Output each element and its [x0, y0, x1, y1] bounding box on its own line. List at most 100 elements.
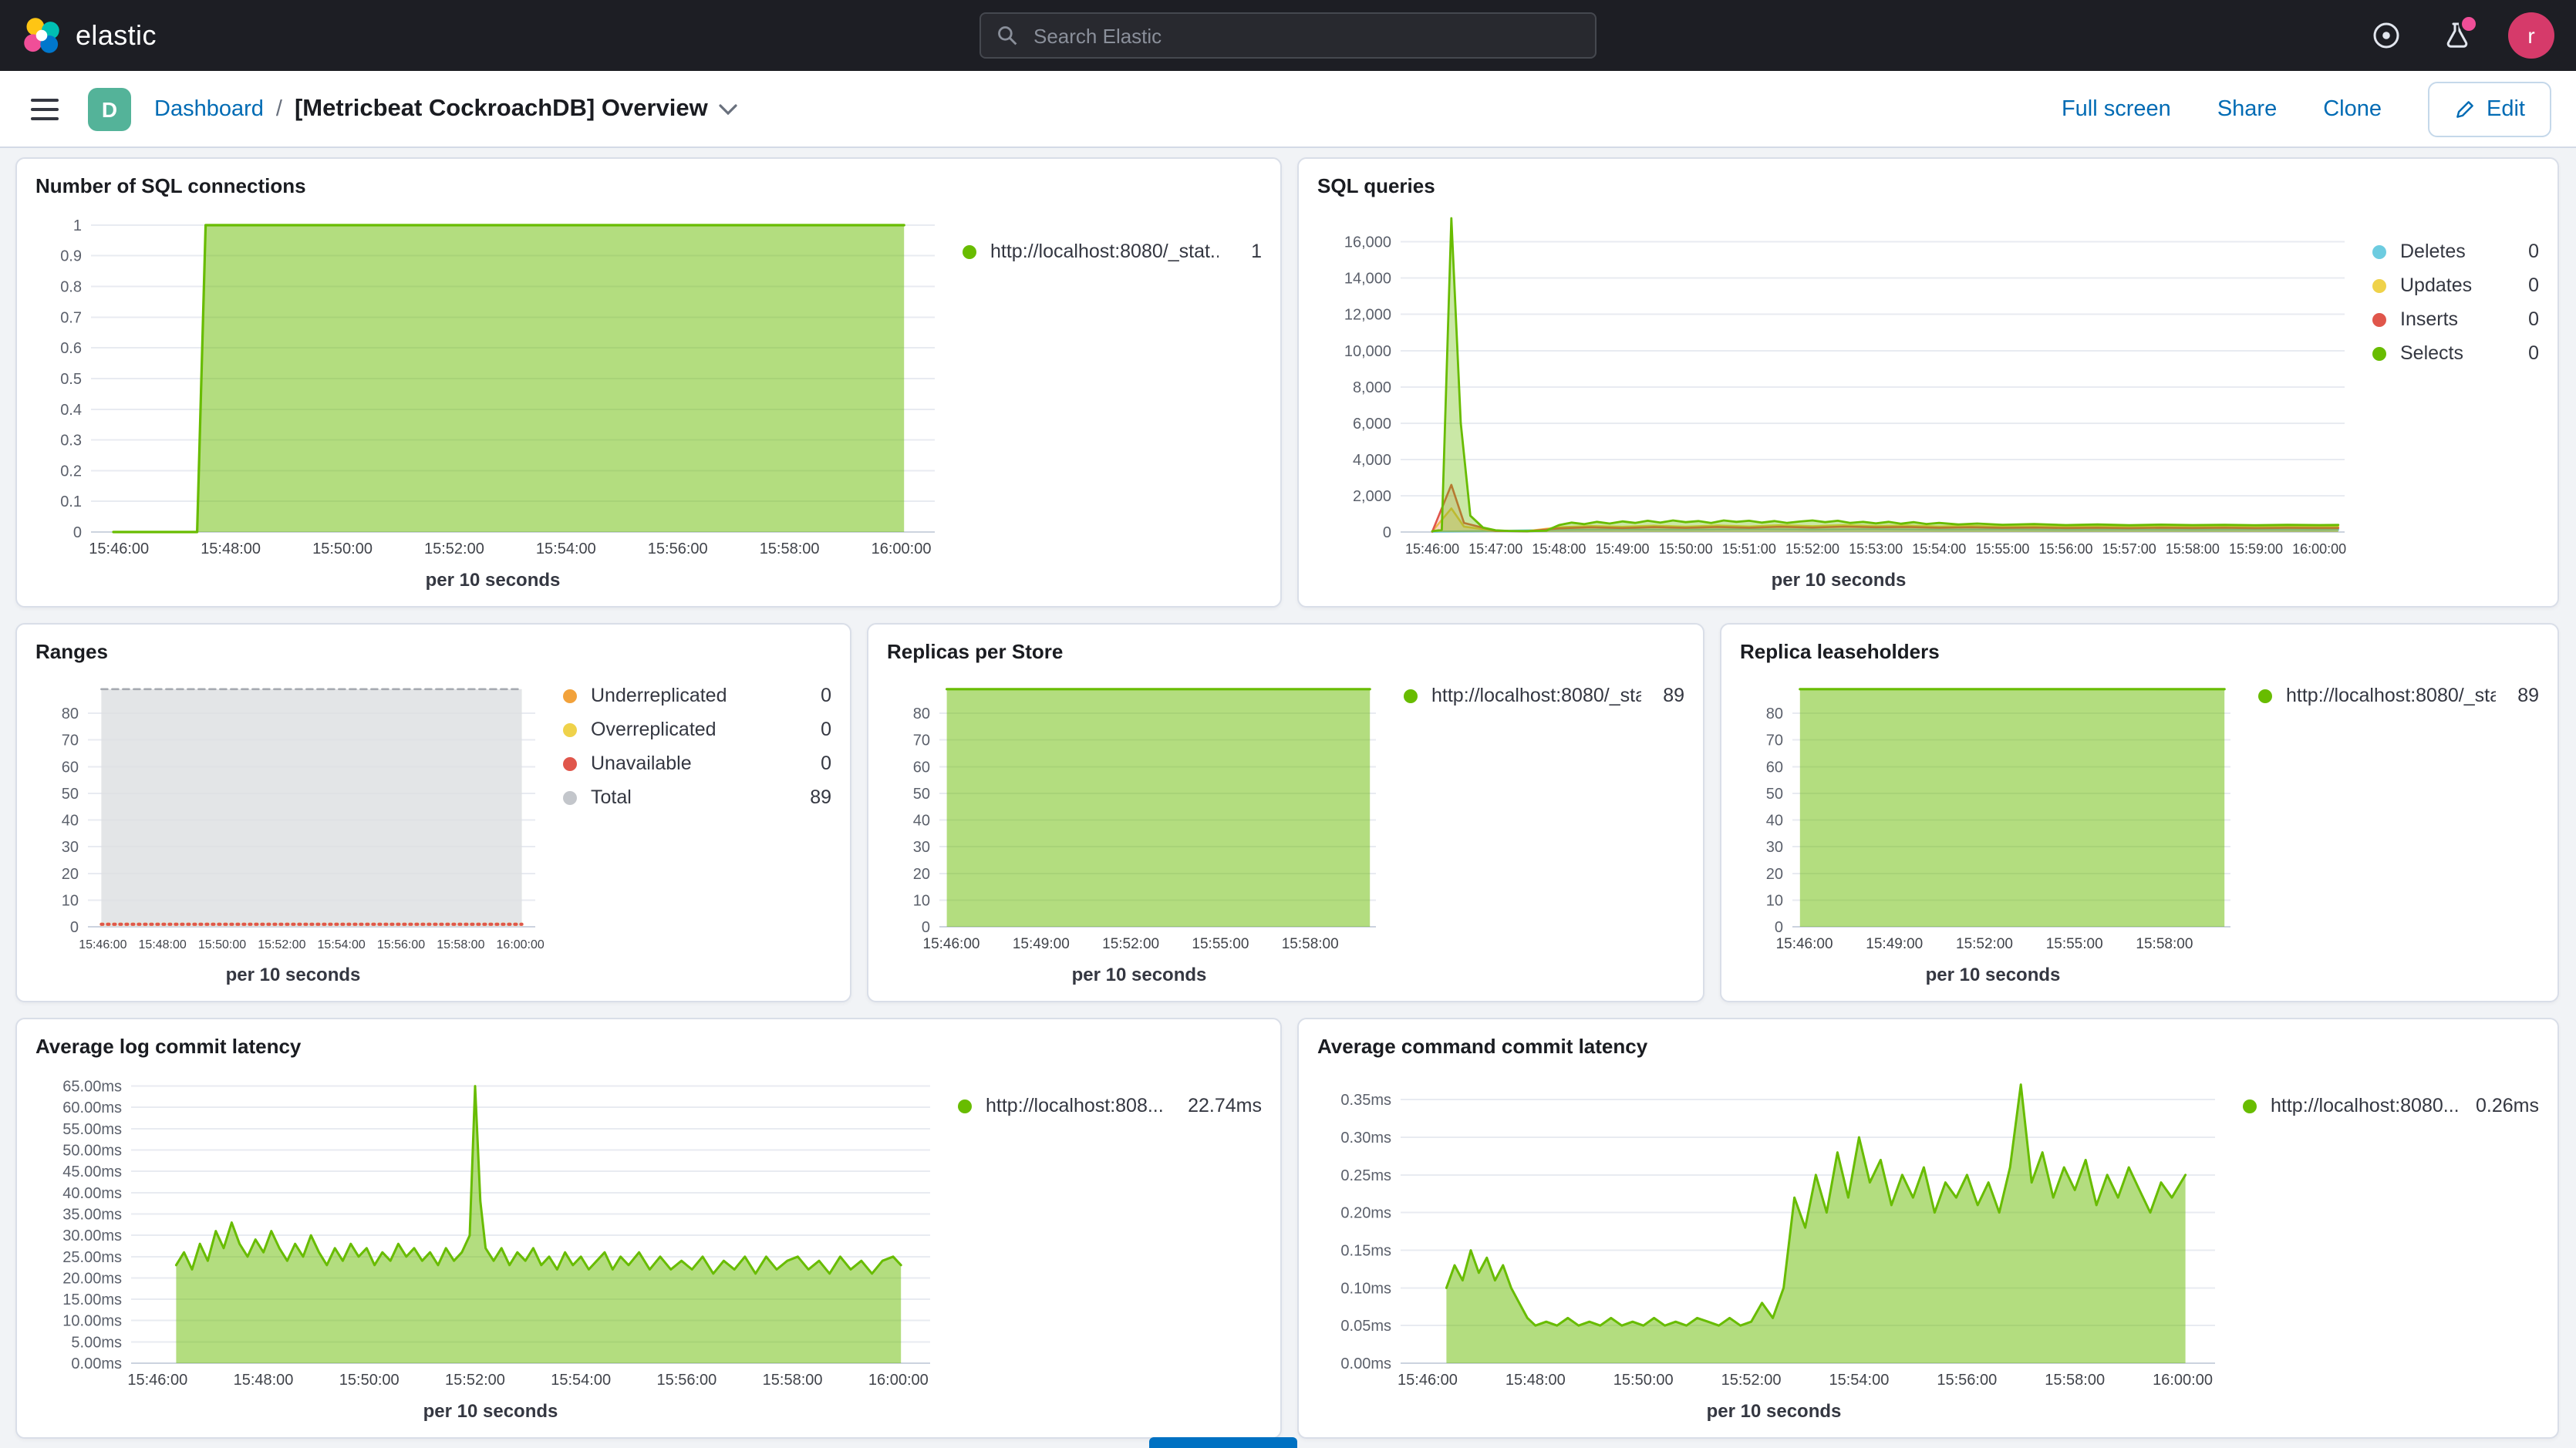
- svg-text:15:55:00: 15:55:00: [1975, 541, 2029, 557]
- page-title-text: [Metricbeat CockroachDB] Overview: [295, 95, 708, 123]
- svg-text:15:46:00: 15:46:00: [1776, 936, 1833, 952]
- svg-text:0.15ms: 0.15ms: [1340, 1243, 1391, 1260]
- legend-label: http://localhost:8080...: [2271, 1095, 2460, 1116]
- elastic-logo-icon: [22, 15, 62, 56]
- chart-svg: 02,0004,0006,0008,00010,00012,00014,0001…: [1317, 204, 2360, 563]
- legend-item[interactable]: Updates0: [2372, 274, 2539, 296]
- svg-text:15:57:00: 15:57:00: [2102, 541, 2156, 557]
- chevron-down-icon[interactable]: [719, 103, 737, 115]
- svg-text:15:52:00: 15:52:00: [1956, 936, 2013, 952]
- global-search[interactable]: [979, 12, 1597, 59]
- svg-text:50: 50: [913, 786, 930, 803]
- svg-text:15:56:00: 15:56:00: [656, 1372, 716, 1389]
- svg-text:15:48:00: 15:48:00: [201, 540, 261, 557]
- svg-text:10: 10: [1766, 892, 1783, 909]
- svg-text:15:58:00: 15:58:00: [2136, 936, 2193, 952]
- legend-item[interactable]: Selects0: [2372, 342, 2539, 364]
- svg-text:40.00ms: 40.00ms: [62, 1185, 122, 1202]
- legend-item[interactable]: Deletes0: [2372, 241, 2539, 262]
- legend-item[interactable]: Unavailable0: [563, 753, 831, 774]
- legend-value: 0: [804, 753, 831, 774]
- svg-text:15:54:00: 15:54:00: [551, 1372, 611, 1389]
- breadcrumb-dashboard-link[interactable]: Dashboard: [154, 96, 264, 121]
- menu-button[interactable]: [25, 89, 65, 129]
- log-commit-latency-chart[interactable]: 0.00ms5.00ms10.00ms15.00ms20.00ms25.00ms…: [35, 1064, 946, 1394]
- legend-item[interactable]: http://localhost:808...22.74ms: [958, 1095, 1262, 1116]
- legend-label: Underreplicated: [591, 685, 788, 706]
- panel-sql-queries: SQL queries 02,0004,0006,0008,00010,0001…: [1297, 157, 2559, 608]
- svg-text:15:50:00: 15:50:00: [312, 540, 373, 557]
- replicas-per-store-chart[interactable]: 0102030405060708015:46:0015:49:0015:52:0…: [887, 669, 1391, 958]
- search-input[interactable]: [1030, 22, 1580, 49]
- svg-text:16:00:00: 16:00:00: [872, 540, 932, 557]
- space-badge[interactable]: D: [88, 87, 131, 130]
- svg-text:15:50:00: 15:50:00: [339, 1372, 400, 1389]
- clone-button[interactable]: Clone: [2323, 96, 2382, 121]
- svg-text:4,000: 4,000: [1353, 452, 1391, 469]
- x-axis-label: per 10 seconds: [35, 563, 950, 594]
- breadcrumb: Dashboard / [Metricbeat CockroachDB] Ove…: [154, 95, 737, 123]
- full-screen-button[interactable]: Full screen: [2062, 96, 2171, 121]
- svg-text:70: 70: [913, 732, 930, 749]
- legend-item[interactable]: http://localhost:8080/_sta...89: [2258, 685, 2539, 706]
- legend-value: 0: [804, 719, 831, 740]
- svg-text:70: 70: [62, 732, 79, 749]
- legend-dot: [2372, 312, 2386, 326]
- svg-text:15:48:00: 15:48:00: [1505, 1372, 1566, 1389]
- edit-button[interactable]: Edit: [2428, 81, 2551, 136]
- x-axis-label: per 10 seconds: [35, 958, 551, 988]
- svg-text:15:55:00: 15:55:00: [1192, 936, 1249, 952]
- ranges-chart[interactable]: 0102030405060708015:46:0015:48:0015:50:0…: [35, 669, 551, 958]
- legend-item[interactable]: Total89: [563, 786, 831, 808]
- legend-value: 0: [2511, 241, 2539, 262]
- svg-text:60: 60: [913, 759, 930, 776]
- svg-text:45.00ms: 45.00ms: [62, 1163, 122, 1180]
- legend: http://localhost:808...22.74ms: [946, 1064, 1262, 1425]
- svg-text:70: 70: [1766, 732, 1783, 749]
- elastic-logo[interactable]: elastic: [22, 15, 157, 56]
- svg-text:15:56:00: 15:56:00: [2039, 541, 2093, 557]
- legend-item[interactable]: http://localhost:8080...0.26ms: [2243, 1095, 2539, 1116]
- legend-value: 89: [804, 786, 831, 808]
- panel-average-log-commit-latency: Average log commit latency 0.00ms5.00ms1…: [15, 1018, 1282, 1439]
- replica-leaseholders-chart[interactable]: 0102030405060708015:46:0015:49:0015:52:0…: [1740, 669, 2246, 958]
- svg-text:2,000: 2,000: [1353, 488, 1391, 505]
- sql-queries-chart[interactable]: 02,0004,0006,0008,00010,00012,00014,0001…: [1317, 204, 2360, 563]
- svg-text:8,000: 8,000: [1353, 379, 1391, 396]
- bottom-clipped-element: [1149, 1437, 1297, 1448]
- command-commit-latency-chart[interactable]: 0.00ms0.05ms0.10ms0.15ms0.20ms0.25ms0.30…: [1317, 1064, 2230, 1394]
- svg-text:0.25ms: 0.25ms: [1340, 1167, 1391, 1184]
- svg-text:0.00ms: 0.00ms: [71, 1355, 122, 1372]
- legend-item[interactable]: http://localhost:8080/_stat...1: [963, 241, 1262, 262]
- user-avatar[interactable]: r: [2508, 12, 2554, 59]
- legend-item[interactable]: Overreplicated0: [563, 719, 831, 740]
- svg-text:16:00:00: 16:00:00: [868, 1372, 929, 1389]
- svg-text:15:46:00: 15:46:00: [923, 936, 980, 952]
- chart-svg: 0.00ms0.05ms0.10ms0.15ms0.20ms0.25ms0.30…: [1317, 1064, 2230, 1394]
- panel-replica-leaseholders: Replica leaseholders 0102030405060708015…: [1720, 623, 2559, 1002]
- svg-text:15:56:00: 15:56:00: [648, 540, 708, 557]
- legend-value: 89: [1657, 685, 1684, 706]
- svg-text:35.00ms: 35.00ms: [62, 1206, 122, 1223]
- svg-text:15:46:00: 15:46:00: [127, 1372, 187, 1389]
- svg-text:15:46:00: 15:46:00: [1398, 1372, 1458, 1389]
- legend-item[interactable]: http://localhost:8080/_sta...89: [1404, 685, 1684, 706]
- svg-text:20.00ms: 20.00ms: [62, 1270, 122, 1287]
- svg-text:15:52:00: 15:52:00: [424, 540, 484, 557]
- legend-item[interactable]: Inserts0: [2372, 308, 2539, 330]
- deployment-icon[interactable]: [2366, 15, 2406, 56]
- legend-value: 1: [1234, 241, 1262, 262]
- svg-text:30.00ms: 30.00ms: [62, 1227, 122, 1244]
- svg-text:15:58:00: 15:58:00: [1282, 936, 1339, 952]
- svg-text:15:58:00: 15:58:00: [763, 1372, 823, 1389]
- sql-connections-chart[interactable]: 00.10.20.30.40.50.60.70.80.9115:46:0015:…: [35, 204, 950, 563]
- svg-text:0.9: 0.9: [60, 248, 82, 265]
- panel-title: Average log commit latency: [35, 1035, 1262, 1058]
- svg-text:50: 50: [1766, 786, 1783, 803]
- panel-title: Number of SQL connections: [35, 174, 1262, 197]
- legend-value: 89: [2511, 685, 2539, 706]
- breadcrumb-separator: /: [276, 96, 282, 121]
- legend-item[interactable]: Underreplicated0: [563, 685, 831, 706]
- labs-icon[interactable]: [2437, 15, 2477, 56]
- share-button[interactable]: Share: [2217, 96, 2277, 121]
